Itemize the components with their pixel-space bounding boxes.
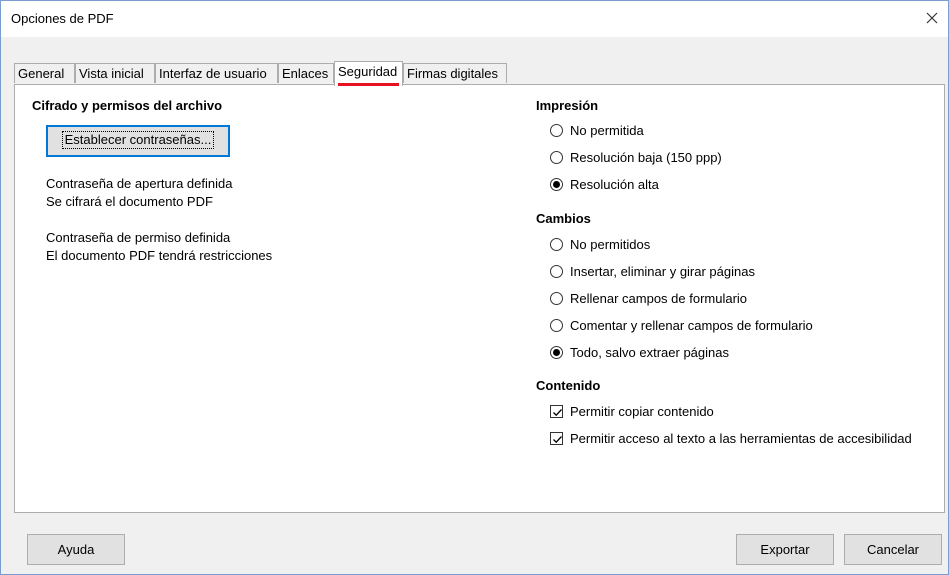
tab-digital-signatures[interactable]: Firmas digitales (403, 63, 507, 83)
security-panel: Cifrado y permisos del archivo Establece… (14, 84, 945, 513)
radio-icon (550, 265, 563, 278)
content-heading: Contenido (536, 378, 601, 393)
radio-icon (550, 292, 563, 305)
pdf-options-dialog: Opciones de PDF General Vista inicial In… (0, 0, 949, 575)
printing-heading: Impresión (536, 98, 599, 113)
close-icon[interactable] (922, 8, 942, 28)
checkbox-checked-icon (550, 432, 563, 445)
tab-links[interactable]: Enlaces (278, 63, 334, 83)
set-passwords-button[interactable]: Establecer contraseñas... (46, 125, 230, 157)
tab-user-interface[interactable]: Interfaz de usuario (155, 63, 278, 83)
restrictions-status: El documento PDF tendrá restricciones (46, 248, 273, 263)
title-bar: Opciones de PDF (1, 1, 948, 37)
encryption-heading: Cifrado y permisos del archivo (32, 98, 223, 113)
permission-password-status: Contraseña de permiso definida (46, 230, 231, 245)
help-button[interactable]: Ayuda (27, 534, 125, 565)
checkbox-checked-icon (550, 405, 563, 418)
window-title: Opciones de PDF (11, 11, 114, 26)
export-button[interactable]: Exportar (736, 534, 834, 565)
radio-icon (550, 124, 563, 137)
encryption-status: Se cifrará el documento PDF (46, 194, 213, 209)
cancel-button[interactable]: Cancelar (844, 534, 942, 565)
tab-security[interactable]: Seguridad (334, 61, 403, 86)
active-tab-marker (338, 83, 399, 86)
radio-icon (550, 151, 563, 164)
radio-icon (550, 238, 563, 251)
changes-heading: Cambios (536, 211, 591, 226)
tab-initial-view[interactable]: Vista inicial (75, 63, 155, 83)
open-password-status: Contraseña de apertura definida (46, 176, 233, 191)
tab-general[interactable]: General (14, 63, 75, 83)
radio-icon (550, 319, 563, 332)
radio-selected-icon (550, 346, 563, 359)
radio-selected-icon (550, 178, 563, 191)
